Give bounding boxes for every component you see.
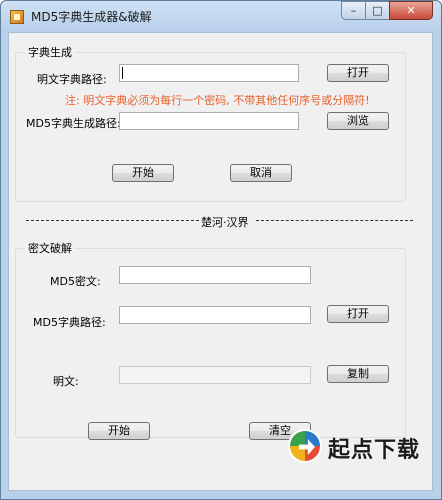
plaintext-output (119, 366, 311, 384)
cipher-crack-group-title: 密文破解 (25, 240, 75, 256)
crack-start-button[interactable]: 开始 (88, 422, 150, 440)
md5-dict-output-input[interactable] (119, 112, 299, 130)
app-window: MD5字典生成器&破解 – □ ✕ 字典生成 明文字典路径: 打开 注: 明文字… (0, 0, 442, 500)
title-bar[interactable]: MD5字典生成器&破解 – □ ✕ (1, 1, 441, 31)
dict-open-button[interactable]: 打开 (327, 64, 389, 82)
separator-line-right (256, 220, 413, 221)
plaintext-label: 明文: (53, 375, 79, 388)
dict-cancel-button[interactable]: 取消 (230, 164, 292, 182)
close-button[interactable]: ✕ (389, 1, 433, 20)
browse-button[interactable]: 浏览 (327, 112, 389, 130)
watermark-logo: 起点下载 (288, 429, 426, 466)
text-caret (122, 67, 123, 79)
md5-cipher-input[interactable] (119, 266, 311, 284)
separator-line-left (26, 220, 199, 221)
window-title: MD5字典生成器&破解 (31, 10, 152, 24)
dict-format-note: 注: 明文字典必须为每行一个密码, 不带其他任何序号或分隔符! (65, 94, 370, 107)
minimize-button[interactable]: – (341, 1, 366, 20)
plain-dict-path-input[interactable] (119, 64, 299, 82)
separator-text: 楚河·汉界 (201, 216, 249, 229)
md5-dict-path-input[interactable] (119, 306, 311, 324)
watermark-text: 起点下载 (328, 438, 421, 463)
maximize-button[interactable]: □ (365, 1, 390, 20)
app-icon (10, 10, 24, 24)
plain-dict-path-label: 明文字典路径: (37, 73, 107, 86)
dict-generate-group-title: 字典生成 (25, 44, 75, 60)
client-area: 字典生成 明文字典路径: 打开 注: 明文字典必须为每行一个密码, 不带其他任何… (8, 32, 433, 491)
md5-dict-path-label: MD5字典路径: (33, 316, 106, 329)
dict-start-button[interactable]: 开始 (112, 164, 174, 182)
md5-cipher-label: MD5密文: (50, 275, 101, 288)
crack-open-button[interactable]: 打开 (327, 305, 389, 323)
md5-dict-output-label: MD5字典生成路径: (26, 117, 121, 130)
arrow-logo-icon (288, 429, 322, 463)
copy-button[interactable]: 复制 (327, 365, 389, 383)
